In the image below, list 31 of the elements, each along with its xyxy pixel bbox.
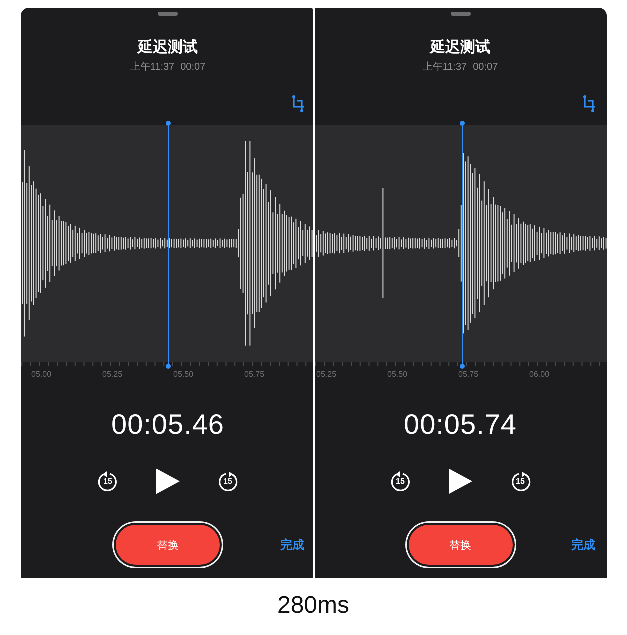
caption: 280ms [277, 592, 350, 620]
crop-icon[interactable] [582, 95, 596, 113]
timeline-label: 05.25 [316, 370, 338, 379]
timeline-label: 06.00 [530, 370, 551, 379]
timeline-label: 05.75 [244, 370, 266, 379]
current-time: 00:05.74 [404, 409, 517, 441]
playhead[interactable] [166, 121, 170, 369]
crop-icon[interactable] [292, 95, 306, 113]
playhead[interactable] [460, 121, 464, 369]
timeline-label: 05.25 [102, 370, 124, 379]
recording-date: 上午11:37 [422, 60, 468, 74]
done-button[interactable]: 完成 [280, 536, 304, 554]
skip-forward-button[interactable]: 15 [217, 470, 239, 492]
timeline-label: 05.50 [174, 370, 195, 379]
recording-duration: 00:07 [180, 62, 206, 73]
done-button[interactable]: 完成 [572, 536, 596, 554]
drag-handle[interactable] [450, 12, 470, 16]
timeline-label: 05.00 [32, 370, 53, 379]
timeline-label: 05.75 [458, 370, 480, 379]
current-time: 00:05.46 [112, 409, 224, 441]
recording-title: 延迟测试 [138, 38, 198, 57]
recording-duration: 00:07 [473, 62, 498, 73]
skip-back-button[interactable]: 15 [97, 470, 119, 492]
skip-forward-button[interactable]: 15 [510, 470, 532, 492]
recording-date: 上午11:37 [130, 60, 175, 74]
replace-button[interactable]: 替换 [116, 525, 220, 565]
replace-button[interactable]: 替换 [408, 525, 512, 565]
skip-back-button[interactable]: 15 [390, 470, 412, 492]
timeline-label: 05.50 [388, 370, 409, 379]
drag-handle[interactable] [158, 12, 178, 16]
recording-title: 延迟测试 [430, 38, 490, 57]
